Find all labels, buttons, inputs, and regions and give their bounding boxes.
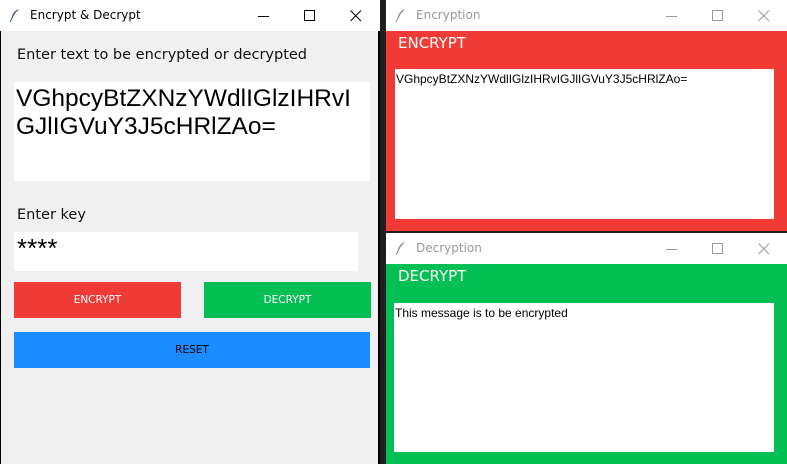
- window-title: Encrypt & Decrypt: [30, 8, 141, 22]
- minimize-icon: [258, 16, 269, 17]
- feather-icon: [395, 9, 405, 22]
- main-window: Encrypt & Decrypt Enter text to be encry…: [0, 0, 380, 464]
- text-input[interactable]: VGhpcyBtZXNzYWdlIGlzIHRvIGJlIGVuY3J5cHRl…: [14, 82, 370, 181]
- close-icon: [350, 10, 362, 22]
- decrypted-output[interactable]: This message is to be encrypted: [394, 303, 774, 452]
- decryption-title-bar[interactable]: Decryption: [386, 233, 787, 264]
- decrypt-button[interactable]: DECRYPT: [204, 282, 371, 318]
- reset-button[interactable]: RESET: [14, 332, 370, 368]
- main-title-bar[interactable]: Encrypt & Decrypt: [0, 0, 380, 31]
- encrypted-output[interactable]: VGhpcyBtZXNzYWdlIGlzIHRvIGJlIGVuY3J5cHRl…: [395, 69, 774, 219]
- maximize-button[interactable]: [695, 233, 741, 264]
- key-label: Enter key: [17, 207, 86, 223]
- main-client-area: Enter text to be encrypted or decrypted …: [1, 31, 378, 464]
- minimize-button[interactable]: [649, 0, 695, 31]
- decryption-client-area: DECRYPT This message is to be encrypted: [386, 264, 787, 464]
- maximize-button[interactable]: [695, 0, 741, 31]
- maximize-icon: [712, 10, 723, 21]
- text-label: Enter text to be encrypted or decrypted: [17, 47, 307, 63]
- encrypt-heading: ENCRYPT: [398, 34, 467, 52]
- minimize-icon: [666, 16, 677, 17]
- window-title: Encryption: [416, 8, 481, 22]
- maximize-icon: [712, 243, 723, 254]
- encryption-title-bar[interactable]: Encryption: [386, 0, 787, 31]
- encrypt-button[interactable]: ENCRYPT: [14, 282, 181, 318]
- key-input[interactable]: ****: [14, 232, 358, 271]
- close-button[interactable]: [741, 0, 787, 31]
- minimize-button[interactable]: [649, 233, 695, 264]
- minimize-icon: [666, 249, 677, 250]
- decryption-window: Decryption DECRYPT This message is to be…: [386, 233, 787, 464]
- encryption-client-area: ENCRYPT VGhpcyBtZXNzYWdlIGlzIHRvIGJlIGVu…: [386, 31, 787, 231]
- close-icon: [758, 10, 770, 22]
- encryption-window: Encryption ENCRYPT VGhpcyBtZXNzYWdlIGlzI…: [386, 0, 787, 231]
- close-button[interactable]: [333, 0, 379, 31]
- maximize-button[interactable]: [287, 0, 333, 31]
- close-button[interactable]: [741, 233, 787, 264]
- feather-icon: [395, 242, 405, 255]
- decrypt-heading: DECRYPT: [398, 267, 467, 285]
- close-icon: [758, 243, 770, 255]
- window-title: Decryption: [416, 241, 482, 255]
- maximize-icon: [304, 10, 315, 21]
- minimize-button[interactable]: [241, 0, 287, 31]
- feather-icon: [9, 9, 19, 22]
